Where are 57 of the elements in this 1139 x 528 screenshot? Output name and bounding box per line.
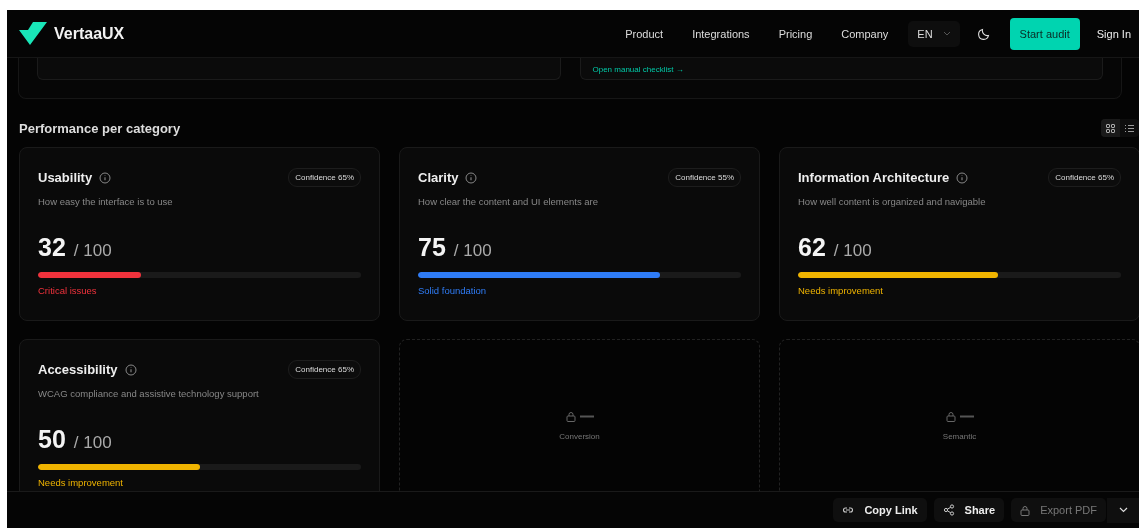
- confidence-badge: Confidence 65%: [288, 360, 361, 379]
- status-label: Critical issues: [38, 285, 98, 296]
- score-max: / 100: [453, 241, 492, 261]
- start-audit-button[interactable]: Start audit: [1009, 17, 1080, 50]
- score-value: 50: [38, 425, 66, 454]
- confidence-badge: Confidence 55%: [668, 168, 741, 187]
- link-action-button[interactable]: Copy Link: [833, 498, 927, 522]
- link-icon: [842, 505, 855, 515]
- status-label: Solid foundation: [418, 285, 488, 296]
- grid-icon: [1106, 123, 1115, 133]
- language-select[interactable]: EN: [908, 20, 960, 47]
- confidence-badge: Confidence 65%: [1048, 168, 1121, 187]
- list-icon: [1125, 123, 1134, 133]
- dropdown-button[interactable]: [1106, 497, 1139, 523]
- share-action-button[interactable]: Share: [933, 498, 1005, 522]
- card-description: How easy the interface is to use: [38, 196, 174, 207]
- nav-link[interactable]: Product: [625, 27, 664, 40]
- info-icon[interactable]: [99, 171, 112, 184]
- moon-icon[interactable]: [977, 27, 990, 40]
- nav-link[interactable]: Pricing: [778, 27, 813, 40]
- lock-icon: [565, 411, 576, 422]
- card-title: Conversion: [559, 432, 600, 441]
- score-max: / 100: [73, 433, 112, 453]
- sign-in-link[interactable]: Sign In: [1096, 27, 1131, 40]
- view-toggle[interactable]: [1101, 119, 1120, 137]
- card-title: Clarity: [418, 170, 459, 185]
- card-description: WCAG compliance and assistive technology support: [38, 388, 260, 399]
- dash-icon: [959, 415, 974, 418]
- nav-link[interactable]: Integrations: [692, 27, 750, 40]
- card-title: Usability: [38, 170, 93, 185]
- score-value: 32: [38, 233, 66, 262]
- brand-name[interactable]: VertaaUX: [54, 24, 125, 43]
- lock-icon: [945, 411, 956, 422]
- checklist-link[interactable]: Open manual checklist →: [592, 65, 684, 74]
- chevron-icon: [1118, 507, 1128, 513]
- info-icon[interactable]: [956, 171, 969, 184]
- info-icon[interactable]: [124, 363, 137, 376]
- dash-icon: [579, 415, 594, 418]
- lock-icon: [1020, 504, 1031, 516]
- card-title: Semantic: [942, 432, 977, 441]
- score-max: / 100: [833, 241, 872, 261]
- card-description: How clear the content and UI elements are: [418, 196, 600, 207]
- score-value: 75: [418, 233, 446, 262]
- card-title: Information Architecture: [798, 170, 950, 185]
- status-label: Needs improvement: [798, 285, 884, 296]
- chevron-icon: [942, 31, 951, 36]
- logo-icon[interactable]: [19, 21, 47, 46]
- card-title: Accessibility: [38, 362, 118, 377]
- card-description: How well content is organized and navigable: [798, 196, 987, 207]
- nav-link[interactable]: Company: [841, 27, 889, 40]
- share-icon: [942, 504, 955, 516]
- confidence-badge: Confidence 65%: [288, 168, 361, 187]
- section-title: Performance per category: [19, 120, 181, 136]
- score-value: 62: [798, 233, 826, 262]
- status-label: Needs improvement: [38, 477, 124, 488]
- score-max: / 100: [73, 241, 112, 261]
- info-icon[interactable]: [465, 171, 478, 184]
